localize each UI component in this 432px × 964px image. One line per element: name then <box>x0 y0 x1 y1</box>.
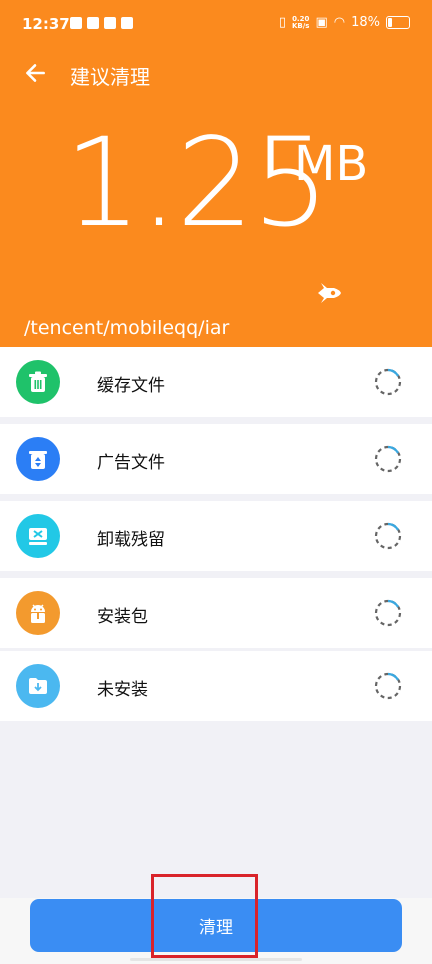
list-item[interactable]: 卸载残留 <box>0 501 432 571</box>
header: 12:37 ▯ 0.20 KB/s ▣ ◠ 18% 建议清理 1.25 MB /… <box>0 0 432 347</box>
net-speed: 0.20 KB/s <box>291 15 310 30</box>
list-item-label: 安装包 <box>97 607 148 627</box>
wifi-icon: ◠ <box>333 15 346 30</box>
highlight-box <box>151 874 258 958</box>
recycle-bin-icon <box>16 437 60 481</box>
back-arrow-icon[interactable] <box>22 60 48 86</box>
loading-spinner-icon <box>374 599 402 627</box>
folder-download-icon <box>16 664 60 708</box>
loading-spinner-icon <box>374 522 402 550</box>
status-time: 12:37 <box>22 15 70 33</box>
trash-icon <box>16 360 60 404</box>
clean-size-value: 1.25 <box>64 112 330 254</box>
list-item-label: 缓存文件 <box>97 376 165 396</box>
list-item[interactable]: 未安装 <box>0 651 432 721</box>
notification-icon <box>70 17 82 29</box>
rocket-icon <box>318 283 341 303</box>
home-indicator <box>130 958 302 961</box>
list-item[interactable]: 缓存文件 <box>0 347 432 417</box>
list-item-label: 卸载残留 <box>97 530 165 550</box>
vibrate-icon: ▯ <box>278 15 286 30</box>
battery-icon <box>386 16 410 29</box>
tiktok-icon <box>87 17 99 29</box>
list-item-label: 未安装 <box>97 680 148 700</box>
loading-spinner-icon <box>374 672 402 700</box>
app-icon <box>104 17 116 29</box>
scan-path: /tencent/mobileqq/iar <box>24 317 230 339</box>
page-title: 建议清理 <box>70 65 150 89</box>
list-item[interactable]: 安装包 <box>0 578 432 648</box>
android-package-icon <box>16 591 60 635</box>
loading-spinner-icon <box>374 368 402 396</box>
sim-icon: ▣ <box>315 15 328 30</box>
list-item[interactable]: 广告文件 <box>0 424 432 494</box>
sync-icon <box>121 17 133 29</box>
loading-spinner-icon <box>374 445 402 473</box>
net-speed-unit: KB/s <box>291 21 310 30</box>
uninstall-residue-icon <box>16 514 60 558</box>
status-bar: 12:37 ▯ 0.20 KB/s ▣ ◠ 18% <box>0 0 432 50</box>
list-item-label: 广告文件 <box>97 453 165 473</box>
status-right: ▯ 0.20 KB/s ▣ ◠ 18% <box>279 15 410 30</box>
battery-percent: 18% <box>351 15 380 30</box>
notification-icons <box>70 17 133 29</box>
clean-size-unit: MB <box>294 136 369 192</box>
